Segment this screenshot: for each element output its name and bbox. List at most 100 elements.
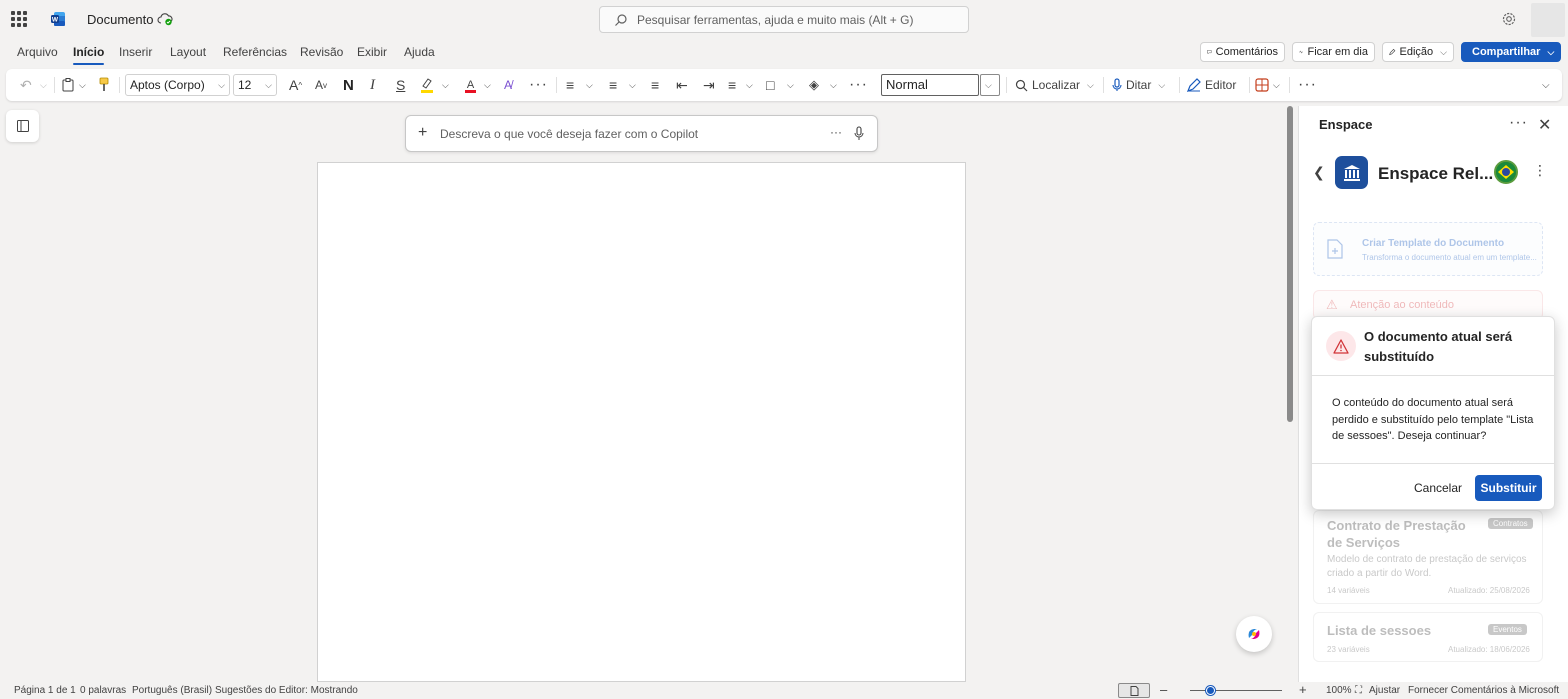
search-box[interactable] bbox=[599, 6, 969, 33]
pencil-icon bbox=[1389, 48, 1396, 56]
variables-count: 14 variáveis bbox=[1327, 586, 1370, 595]
zoom-slider-thumb[interactable] bbox=[1206, 686, 1215, 695]
editor-suggestions-status[interactable]: Sugestões do Editor: Mostrando bbox=[215, 685, 358, 696]
align-icon[interactable]: ≡ bbox=[728, 69, 736, 101]
checklist-icon[interactable]: ≡ bbox=[651, 69, 659, 101]
more-paragraph-options-icon[interactable]: ··· bbox=[849, 69, 868, 101]
print-layout-view-button[interactable] bbox=[1118, 683, 1150, 698]
more-options-icon[interactable]: ··· bbox=[1298, 69, 1317, 101]
add-ins-icon[interactable] bbox=[1255, 78, 1269, 92]
bold-button[interactable]: N bbox=[343, 69, 354, 101]
vertical-scrollbar[interactable] bbox=[1287, 106, 1293, 422]
clear-formatting-icon[interactable]: A̸ bbox=[504, 69, 512, 101]
chevron-down-icon[interactable]: ⌵ bbox=[40, 69, 47, 101]
dialog-message: O conteúdo do documento atual será perdi… bbox=[1332, 397, 1534, 442]
tab-revisao[interactable]: Revisão bbox=[300, 45, 343, 59]
shrink-font-icon[interactable]: Av bbox=[315, 69, 327, 101]
more-options-icon[interactable]: ··· bbox=[1509, 114, 1528, 132]
chevron-down-icon[interactable]: ⌵ bbox=[79, 69, 86, 101]
borders-icon[interactable]: □ bbox=[766, 69, 774, 101]
more-options-icon[interactable]: ··· bbox=[830, 125, 842, 139]
copilot-prompt-bar[interactable]: + ··· bbox=[405, 115, 878, 152]
chevron-down-icon[interactable]: ⌵ bbox=[746, 69, 753, 101]
document-title[interactable]: Documento bbox=[87, 12, 153, 27]
back-chevron-icon[interactable]: ❮ bbox=[1313, 164, 1325, 181]
font-color-icon[interactable]: A bbox=[464, 77, 477, 93]
cloud-saved-icon[interactable] bbox=[157, 12, 173, 26]
style-gallery-select[interactable]: Normal bbox=[881, 74, 979, 96]
add-icon[interactable]: + bbox=[418, 124, 427, 142]
chevron-down-icon[interactable]: ⌵ bbox=[586, 69, 593, 101]
chevron-down-icon[interactable]: ⌵ bbox=[787, 69, 794, 101]
shading-icon[interactable]: ◈ bbox=[809, 69, 819, 101]
kebab-menu-icon[interactable]: ⋮ bbox=[1533, 162, 1547, 179]
editing-mode-button[interactable]: Edição ⌵ bbox=[1382, 42, 1454, 62]
expand-ribbon-chevron-icon[interactable]: ⌵ bbox=[1542, 69, 1550, 101]
feedback-link[interactable]: Fornecer Comentários à Microsoft bbox=[1408, 685, 1559, 696]
word-count[interactable]: 0 palavras bbox=[80, 685, 126, 696]
search-input[interactable] bbox=[637, 11, 957, 29]
tab-exibir[interactable]: Exibir bbox=[357, 45, 387, 59]
microphone-icon[interactable] bbox=[854, 126, 864, 141]
zoom-in-icon[interactable]: + bbox=[1299, 682, 1307, 697]
document-page[interactable] bbox=[317, 162, 966, 682]
template-card[interactable]: Lista de sessoes Eventos 23 variáveis At… bbox=[1313, 612, 1543, 662]
tab-layout[interactable]: Layout bbox=[170, 45, 206, 59]
tab-ajuda[interactable]: Ajuda bbox=[404, 45, 435, 59]
tab-referencias[interactable]: Referências bbox=[223, 45, 287, 59]
share-button[interactable]: Compartilhar ⌵ bbox=[1461, 42, 1561, 62]
replace-button[interactable]: Substituir bbox=[1475, 475, 1542, 501]
tab-inicio[interactable]: Início bbox=[73, 45, 105, 65]
navigation-pane-toggle[interactable] bbox=[6, 110, 39, 142]
template-card[interactable]: Contrato de Prestação de Serviços Contra… bbox=[1313, 510, 1543, 604]
increase-indent-icon[interactable]: ⇥ bbox=[703, 69, 715, 101]
cancel-button[interactable]: Cancelar bbox=[1410, 475, 1466, 501]
chevron-down-icon[interactable]: ⌵ bbox=[629, 69, 636, 101]
more-font-options-icon[interactable]: ··· bbox=[529, 69, 548, 101]
chevron-down-icon[interactable]: ⌵ bbox=[1273, 69, 1280, 101]
dictate-button[interactable]: Ditar ⌵ bbox=[1112, 69, 1165, 101]
bullets-icon[interactable]: ≡ bbox=[566, 69, 574, 101]
chevron-down-icon[interactable]: ⌵ bbox=[484, 69, 491, 101]
grow-font-icon[interactable]: A ^ bbox=[289, 69, 302, 101]
format-painter-icon[interactable] bbox=[99, 77, 109, 93]
close-icon[interactable]: ✕ bbox=[1538, 115, 1551, 135]
brazil-flag-icon[interactable] bbox=[1494, 160, 1518, 184]
italic-button[interactable]: I bbox=[370, 69, 375, 101]
zoom-out-icon[interactable]: – bbox=[1160, 682, 1167, 697]
create-template-card[interactable]: Criar Template do Documento Transforma o… bbox=[1313, 222, 1543, 276]
find-button[interactable]: Localizar ⌵ bbox=[1015, 69, 1094, 101]
style-gallery-dropdown[interactable]: ⌵ bbox=[980, 74, 1000, 96]
fit-label[interactable]: Ajustar bbox=[1369, 685, 1400, 696]
app-launcher-icon[interactable] bbox=[11, 11, 27, 27]
account-avatar[interactable] bbox=[1531, 3, 1565, 37]
catch-up-button[interactable]: Ficar em dia bbox=[1292, 42, 1375, 62]
highlight-icon[interactable] bbox=[420, 77, 434, 93]
settings-gear-icon[interactable] bbox=[1501, 11, 1517, 27]
word-logo-icon[interactable]: W bbox=[50, 11, 66, 27]
addin-header: ❮ Enspace Rel... ⋮ bbox=[1299, 150, 1555, 198]
tab-arquivo[interactable]: Arquivo bbox=[17, 45, 58, 59]
undo-icon[interactable]: ↶ bbox=[20, 69, 32, 101]
language-status[interactable]: Português (Brasil) bbox=[132, 685, 212, 696]
font-name-select[interactable]: Aptos (Corpo) ⌵ bbox=[125, 74, 230, 96]
editor-label: Editor bbox=[1205, 78, 1237, 92]
copilot-prompt-input[interactable] bbox=[440, 126, 820, 142]
font-size-select[interactable]: 12 ⌵ bbox=[233, 74, 277, 96]
zoom-level[interactable]: 100% bbox=[1326, 685, 1352, 696]
tab-inserir[interactable]: Inserir bbox=[119, 45, 152, 59]
comments-button[interactable]: Comentários bbox=[1200, 42, 1285, 62]
bank-building-icon bbox=[1343, 164, 1360, 181]
fit-to-window-icon[interactable]: ⛶ bbox=[1355, 685, 1362, 696]
zoom-slider[interactable] bbox=[1190, 690, 1282, 691]
underline-button[interactable]: S bbox=[396, 69, 405, 101]
copilot-button[interactable] bbox=[1236, 616, 1272, 652]
numbering-icon[interactable]: ≡ bbox=[609, 69, 617, 101]
institution-logo-icon bbox=[1335, 156, 1368, 189]
chevron-down-icon[interactable]: ⌵ bbox=[830, 69, 837, 101]
editor-button[interactable]: Editor bbox=[1187, 69, 1236, 101]
page-count[interactable]: Página 1 de 1 bbox=[14, 685, 76, 696]
paste-icon[interactable] bbox=[62, 78, 74, 92]
decrease-indent-icon[interactable]: ⇤ bbox=[676, 69, 688, 101]
chevron-down-icon[interactable]: ⌵ bbox=[442, 69, 449, 101]
